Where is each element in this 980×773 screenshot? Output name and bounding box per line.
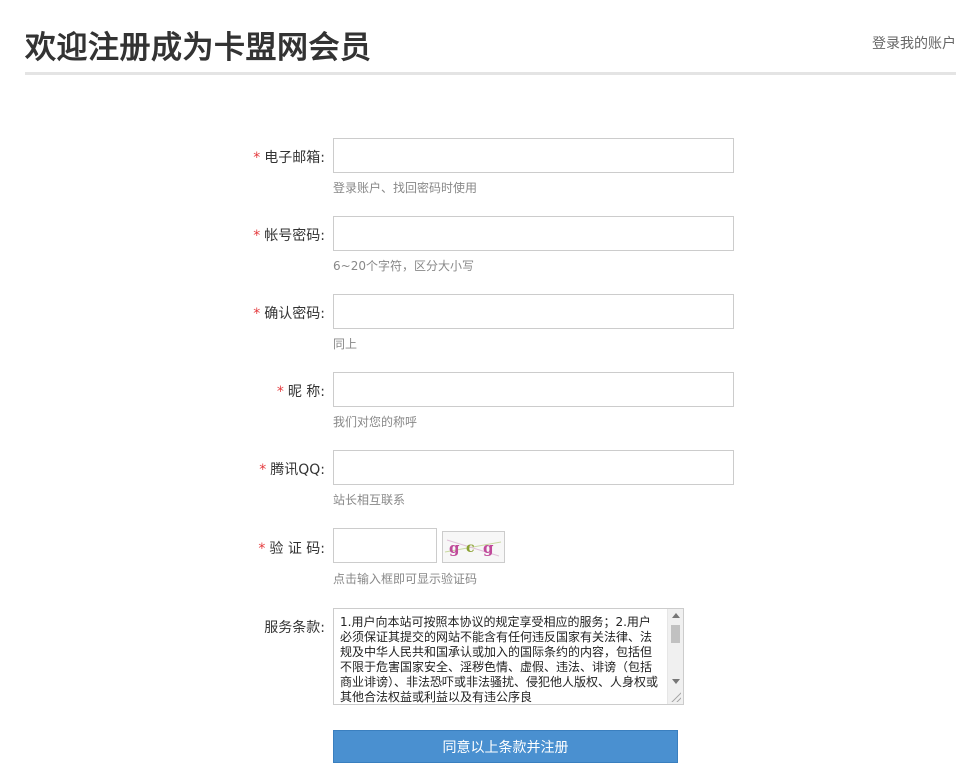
scroll-thumb[interactable] <box>671 625 680 643</box>
captcha-glyphs: g c g <box>444 539 502 557</box>
terms-label: 服务条款: <box>264 620 325 636</box>
email-label: * 电子邮箱: <box>253 150 325 166</box>
page-header: 欢迎注册成为卡盟网会员 登录我的账户 <box>25 0 956 75</box>
captcha-label: * 验 证 码: <box>258 541 325 557</box>
qq-hint: 站长相互联系 <box>333 493 406 507</box>
nickname-hint: 我们对您的称呼 <box>333 415 418 429</box>
email-field[interactable] <box>333 138 734 173</box>
login-account-link[interactable]: 登录我的账户 <box>872 33 956 53</box>
required-mark: * <box>253 150 261 166</box>
qq-label: * 腾讯QQ: <box>259 462 325 478</box>
required-mark: * <box>258 541 266 557</box>
page-title: 欢迎注册成为卡盟网会员 <box>25 30 372 66</box>
qq-field[interactable] <box>333 450 734 485</box>
password-hint: 6~20个字符，区分大小写 <box>333 259 474 273</box>
password-label: * 帐号密码: <box>253 228 325 244</box>
captcha-hint: 点击输入框即可显示验证码 <box>333 572 478 586</box>
captcha-char: g <box>449 539 460 557</box>
nickname-field[interactable] <box>333 372 734 407</box>
resize-grip-icon[interactable] <box>671 692 681 702</box>
required-mark: * <box>253 228 261 244</box>
nickname-label: * 昵 称: <box>276 384 325 400</box>
agree-register-button[interactable]: 同意以上条款并注册 <box>333 730 678 763</box>
confirm-password-hint: 同上 <box>333 337 358 351</box>
terms-scrollbar[interactable] <box>667 609 683 704</box>
required-mark: * <box>259 462 267 478</box>
captcha-field[interactable] <box>333 528 437 563</box>
terms-text: 1.用户向本站可按照本协议的规定享受相应的服务；2.用户必须保证其提交的网站不能… <box>340 615 659 704</box>
required-mark: * <box>276 384 284 400</box>
captcha-char: c <box>466 540 475 556</box>
terms-textarea[interactable]: 1.用户向本站可按照本协议的规定享受相应的服务；2.用户必须保证其提交的网站不能… <box>333 608 684 705</box>
confirm-password-field[interactable] <box>333 294 734 329</box>
scroll-down-icon[interactable] <box>672 679 680 684</box>
scroll-up-icon[interactable] <box>672 613 680 618</box>
password-field[interactable] <box>333 216 734 251</box>
confirm-password-label: * 确认密码: <box>253 306 325 322</box>
captcha-char: g <box>483 539 494 557</box>
required-mark: * <box>253 306 261 322</box>
email-hint: 登录账户、找回密码时使用 <box>333 181 478 195</box>
captcha-image[interactable]: g c g <box>442 531 505 563</box>
